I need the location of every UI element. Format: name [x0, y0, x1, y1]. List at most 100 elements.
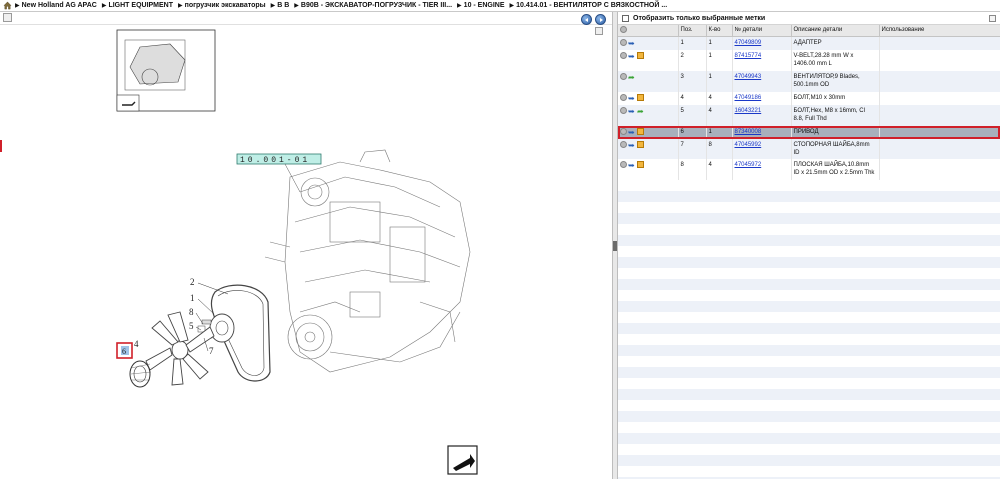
breadcrumb-item[interactable]: ▶ погрузчик экскаваторы — [178, 2, 266, 9]
goto-icon[interactable]: ➥ — [628, 141, 636, 149]
select-row-icon[interactable] — [620, 93, 627, 101]
row-part-number: 47049809 — [732, 36, 792, 50]
goto-icon[interactable]: ➥ — [628, 161, 636, 169]
breadcrumb-item[interactable]: ▶ 10.414.01 - ВЕНТИЛЯТОР С ВЯЗКОСТНОЙ ... — [510, 2, 668, 9]
table-row[interactable]: ➥ 4 4 47049186 БОЛТ,M10 x 30mm — [618, 91, 1000, 105]
table-row[interactable]: ➦ 3 1 47049943 ВЕНТИЛЯТОР,9 Blades, 500.1mm … — [618, 70, 1000, 92]
row-quantity: 1 — [706, 70, 733, 92]
package-icon[interactable] — [637, 93, 644, 101]
callout-8[interactable]: 8 — [189, 307, 194, 317]
breadcrumb-label: New Holland AG APAC — [21, 2, 97, 9]
engine-thumbnail[interactable] — [116, 29, 216, 112]
callout-6-highlight[interactable]: 6 — [116, 342, 133, 359]
table-row[interactable]: ➥ 8 4 47045972 ПЛОСКАЯ ШАЙБА,10.8mm ID x 21.… — [618, 158, 1000, 180]
goto-icon[interactable]: ➥ — [628, 39, 636, 47]
part-number-link[interactable]: 87415774 — [735, 53, 762, 59]
chevron-right-icon: ▶ — [15, 3, 20, 9]
goto-icon[interactable]: ➥ — [628, 94, 636, 102]
breadcrumb-item[interactable]: ▶ B90B - ЭКСКАВАТОР-ПОГРУЗЧИК - TIER III.… — [294, 2, 452, 9]
callout-2[interactable]: 2 — [190, 277, 195, 287]
chevron-right-icon: ▶ — [457, 3, 462, 9]
row-actions: ➥ — [618, 158, 679, 180]
breadcrumb-item[interactable]: ▶ B B — [271, 2, 290, 9]
row-actions: ➥ — [618, 49, 679, 71]
package-icon[interactable] — [637, 51, 644, 59]
table-row[interactable]: ➥ 7 8 47045992 СТОПОРНАЯ ШАЙБА,8mm ID — [618, 138, 1000, 159]
table-row[interactable]: ➥ 2 1 87415774 V-BELT,28.28 mm W x 1406.00 m… — [618, 49, 1000, 71]
breadcrumb-item[interactable]: ▶ New Holland AG APAC — [15, 2, 97, 9]
row-usage — [879, 91, 1000, 105]
diagram-pane: 10.001-01 2 1 8 5 4 7 6 — [0, 12, 612, 479]
select-row-icon[interactable] — [620, 160, 627, 168]
breadcrumb-label: погрузчик экскаваторы — [184, 2, 266, 9]
row-description: БОЛТ,M10 x 30mm — [791, 91, 880, 105]
select-row-icon[interactable] — [620, 127, 627, 135]
callout-5[interactable]: 5 — [189, 321, 194, 331]
callout-1[interactable]: 1 — [190, 293, 195, 303]
row-position: 2 — [678, 49, 707, 71]
part-number-link[interactable]: 87340008 — [735, 129, 762, 135]
parts-diagram[interactable]: 10.001-01 2 1 8 5 4 7 6 — [0, 12, 612, 479]
row-description: БОЛТ,Hex, M8 x 16mm, Cl 8.8, Full Thd — [791, 104, 880, 126]
row-actions: ➥ ➦ — [618, 104, 679, 126]
part-number-link[interactable]: 47045972 — [735, 162, 762, 168]
select-all-icon[interactable] — [620, 26, 627, 34]
breadcrumb-label: B90B - ЭКСКАВАТОР-ПОГРУЗЧИК - TIER III..… — [300, 2, 453, 9]
row-part-number: 47049943 — [732, 70, 792, 92]
row-position: 5 — [678, 104, 707, 126]
home-icon[interactable] — [3, 1, 12, 10]
callout-7[interactable]: 7 — [209, 346, 214, 356]
ref-code-text: 10.001-01 — [240, 156, 310, 165]
row-description: АДАПТЕР — [791, 36, 880, 50]
column-header[interactable]: Поз. — [678, 25, 707, 37]
row-usage — [879, 125, 1000, 139]
part-number-link[interactable]: 47049186 — [735, 95, 762, 101]
part-number-link[interactable]: 47045992 — [735, 142, 762, 148]
row-actions: ➦ — [618, 70, 679, 92]
callout-4[interactable]: 4 — [134, 339, 139, 349]
select-row-icon[interactable] — [620, 140, 627, 148]
replacement-icon[interactable]: ➦ — [628, 73, 636, 81]
select-row-icon[interactable] — [620, 38, 627, 46]
package-icon[interactable] — [637, 160, 644, 168]
replacement-icon[interactable]: ➦ — [637, 107, 645, 115]
column-settings-icon[interactable] — [989, 15, 996, 22]
table-row[interactable]: ➥ ➦ 5 4 16043221 БОЛТ,Hex, M8 x 16mm, Cl 8.8,… — [618, 104, 1000, 126]
breadcrumb-item[interactable]: ▶ LIGHT EQUIPMENT — [102, 2, 173, 9]
select-row-icon[interactable] — [620, 72, 627, 80]
ref-code-tag[interactable]: 10.001-01 — [236, 153, 322, 193]
select-row-icon[interactable] — [620, 51, 627, 59]
breadcrumb-label: 10.414.01 - ВЕНТИЛЯТОР С ВЯЗКОСТНОЙ ... — [516, 2, 668, 9]
table-row[interactable]: ➥ 6 1 87340008 ПРИВОД — [618, 125, 1000, 139]
export-icon[interactable] — [447, 445, 478, 475]
breadcrumb-label: 10 - ENGINE — [463, 2, 505, 9]
row-position: 6 — [678, 125, 707, 139]
row-quantity: 4 — [706, 104, 733, 126]
column-header[interactable] — [618, 25, 679, 37]
filter-checkbox[interactable] — [622, 14, 629, 22]
part-number-link[interactable]: 16043221 — [735, 108, 762, 114]
column-header[interactable]: К-во — [706, 25, 733, 37]
package-icon[interactable] — [637, 127, 644, 135]
part-number-link[interactable]: 47049809 — [735, 40, 762, 46]
breadcrumb-item[interactable]: ▶ 10 - ENGINE — [457, 2, 504, 9]
breadcrumb: ▶ New Holland AG APAC ▶ LIGHT EQUIPMENT ▶ пог… — [0, 0, 1000, 12]
row-usage — [879, 70, 1000, 92]
column-header[interactable]: Описание детали — [791, 25, 880, 37]
select-row-icon[interactable] — [620, 106, 627, 114]
goto-icon[interactable]: ➥ — [628, 52, 636, 60]
chevron-right-icon: ▶ — [101, 3, 107, 9]
row-description: V-BELT,28.28 mm W x 1406.00 mm L — [791, 49, 880, 71]
package-icon[interactable] — [637, 140, 644, 148]
part-number-link[interactable]: 47049943 — [735, 74, 762, 80]
row-position: 7 — [678, 138, 707, 159]
column-header[interactable]: Использование — [879, 25, 1000, 37]
goto-icon[interactable]: ➥ — [628, 107, 636, 115]
table-row[interactable]: ➥ 1 1 47049809 АДАПТЕР — [618, 36, 1000, 50]
parts-list-pane: Отобразить только выбранные метки Поз. К-… — [618, 12, 1000, 479]
goto-icon[interactable]: ➥ — [628, 128, 636, 136]
row-usage — [879, 138, 1000, 159]
column-header[interactable]: № детали — [732, 25, 792, 37]
row-actions: ➥ — [618, 36, 679, 50]
splitter-grip-icon[interactable] — [613, 241, 617, 251]
